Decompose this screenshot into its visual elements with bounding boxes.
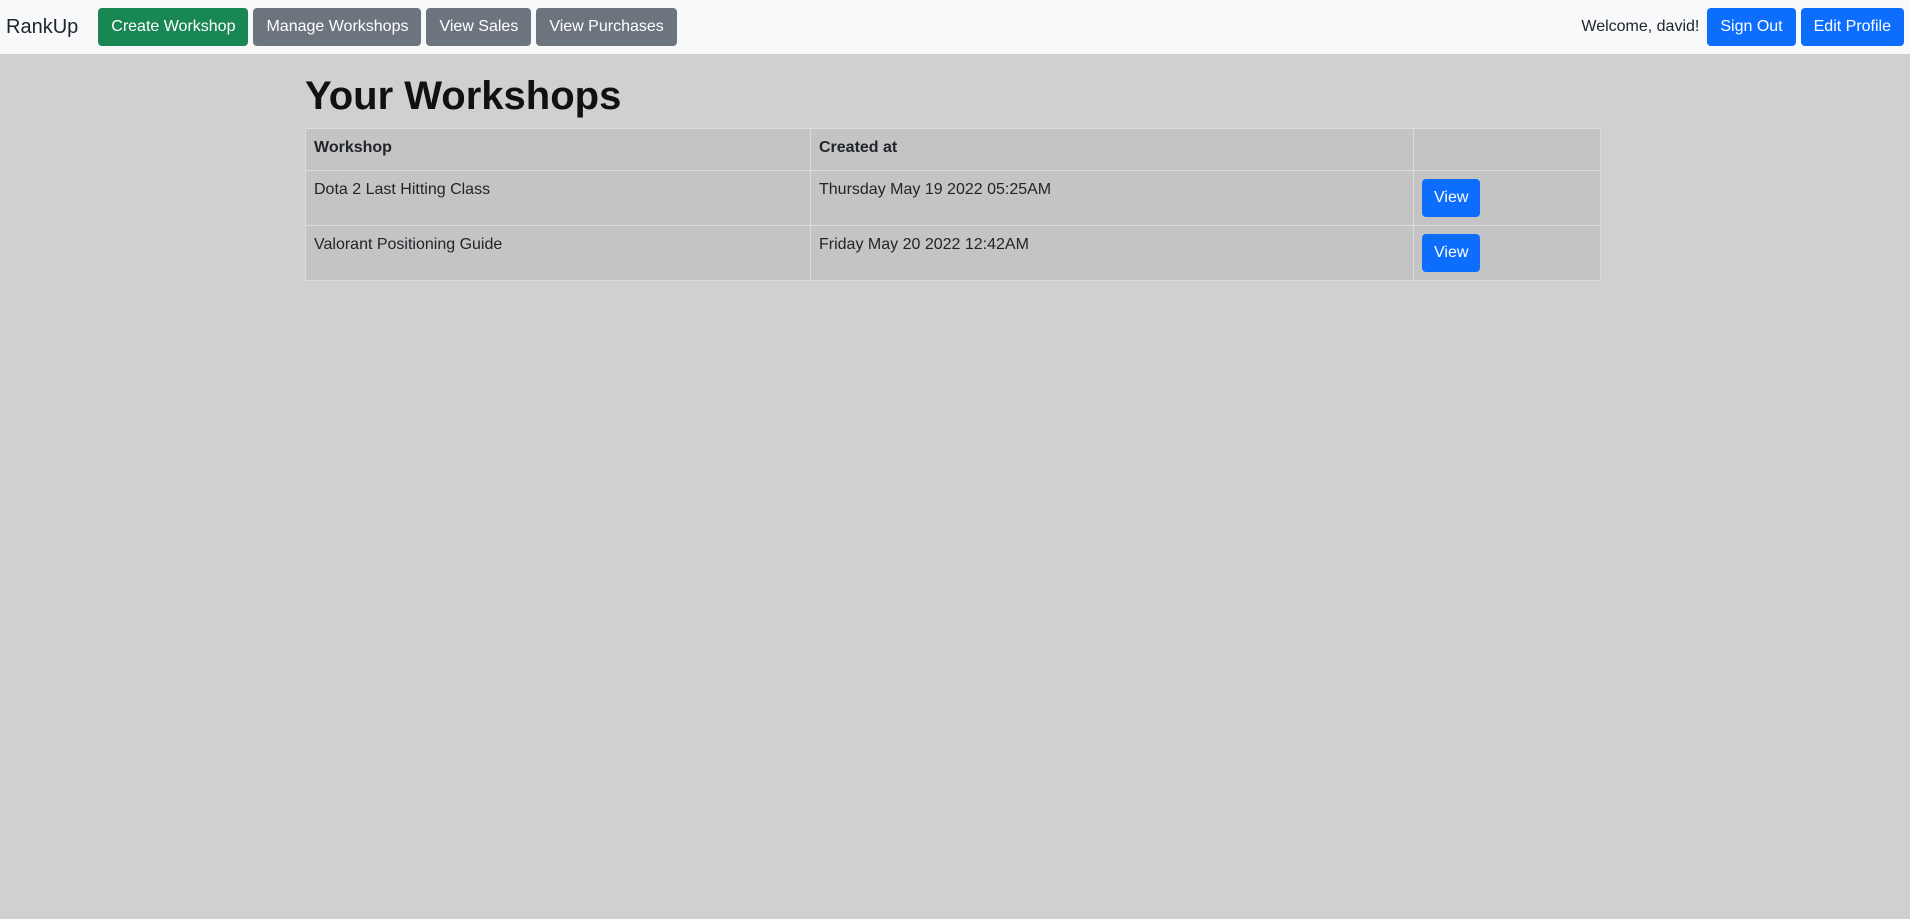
page-title: Your Workshops — [305, 74, 622, 118]
created-at-cell: Thursday May 19 2022 05:25AM — [810, 170, 1414, 226]
workshop-name-cell: Valorant Positioning Guide — [305, 225, 811, 281]
view-purchases-button[interactable]: View Purchases — [536, 8, 677, 46]
create-workshop-button[interactable]: Create Workshop — [98, 8, 249, 46]
action-cell: View — [1413, 170, 1601, 226]
welcome-text: Welcome, david! — [1581, 18, 1700, 35]
sign-out-button[interactable]: Sign Out — [1707, 8, 1796, 46]
view-workshop-button[interactable]: View — [1422, 234, 1481, 272]
main-content: Your Workshops Workshop Created at Dota … — [305, 54, 1601, 281]
action-cell: View — [1413, 225, 1601, 281]
column-header-action — [1413, 128, 1601, 171]
table-row: Dota 2 Last Hitting Class Thursday May 1… — [305, 170, 1601, 226]
view-sales-button[interactable]: View Sales — [426, 8, 532, 46]
workshops-table: Workshop Created at Dota 2 Last Hitting … — [305, 128, 1601, 281]
edit-profile-button[interactable]: Edit Profile — [1800, 8, 1904, 46]
manage-workshops-button[interactable]: Manage Workshops — [253, 8, 422, 46]
column-header-workshop: Workshop — [305, 128, 811, 171]
column-header-created-at: Created at — [810, 128, 1414, 171]
workshop-name-cell: Dota 2 Last Hitting Class — [305, 170, 811, 226]
table-row: Valorant Positioning Guide Friday May 20… — [305, 225, 1601, 281]
view-workshop-button[interactable]: View — [1422, 179, 1481, 217]
created-at-cell: Friday May 20 2022 12:42AM — [810, 225, 1414, 281]
nav-user-area: Welcome, david! Sign Out Edit Profile — [1581, 8, 1904, 46]
table-header-row: Workshop Created at — [305, 128, 1601, 171]
brand-logo[interactable]: RankUp — [6, 16, 78, 39]
top-navbar: RankUp Create Workshop Manage Workshops … — [0, 0, 1910, 54]
